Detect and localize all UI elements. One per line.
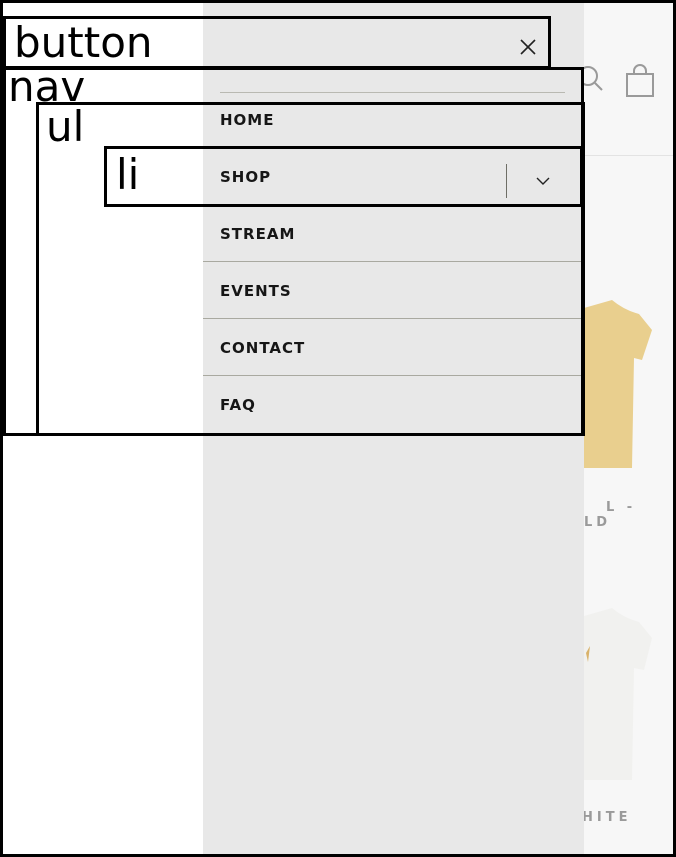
nav-item-contact: CONTACT [203,318,581,376]
bag-icon[interactable] [624,64,656,98]
product-title-fragment[interactable]: HITE [582,810,631,825]
close-icon [520,39,536,55]
nav-link-events[interactable]: EVENTS [220,262,292,319]
nav-link-home[interactable]: HOME [220,92,274,148]
chevron-down-icon [536,177,549,185]
product-title-fragment[interactable]: LD [584,515,611,530]
nav-link-shop[interactable]: SHOP [220,148,271,205]
nav-item-events: EVENTS [203,261,581,319]
nav-item-stream: STREAM [203,204,581,262]
nav-link-faq[interactable]: FAQ [220,376,256,433]
header-divider [584,155,676,156]
nav-link-contact[interactable]: CONTACT [220,319,305,376]
product-title-fragment[interactable]: L - [606,500,636,515]
close-drawer-button[interactable] [512,32,544,62]
tshirt-yellow-image[interactable] [584,300,654,470]
nav-link-stream[interactable]: STREAM [220,205,295,262]
nav-item-shop: SHOP [203,147,581,205]
tshirt-white-image[interactable] [584,608,654,783]
nav-menu-list: HOME SHOP STREAM EVENTS CONTACT FAQ [203,92,581,433]
nav-item-home: HOME [203,92,581,148]
nav-item-faq: FAQ [203,375,581,433]
shop-submenu-toggle[interactable] [506,164,578,198]
